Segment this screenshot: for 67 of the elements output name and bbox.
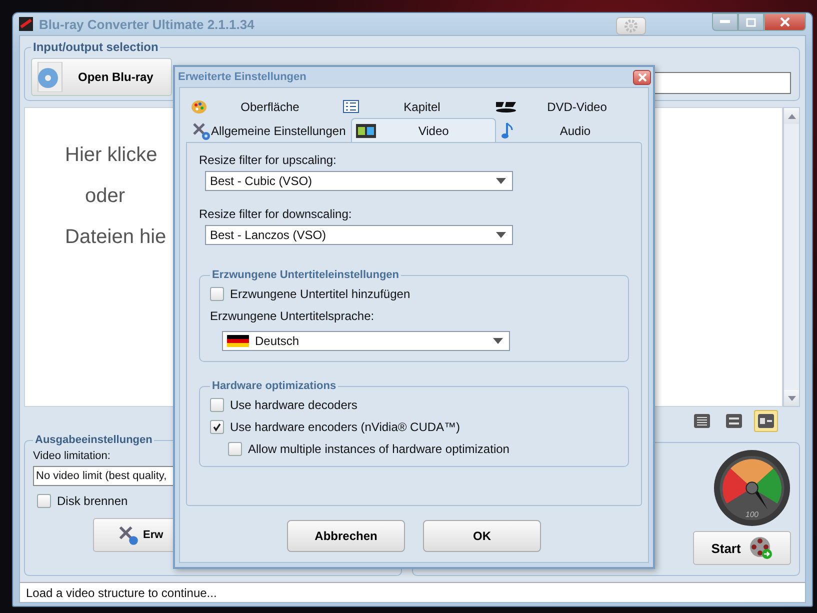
dialog-title: Erweiterte Einstellungen — [178, 71, 306, 83]
checkbox[interactable] — [37, 494, 51, 508]
drop-hint: Hier klicke — [65, 144, 158, 167]
checkbox[interactable] — [228, 442, 242, 456]
drop-hint: oder — [85, 185, 126, 208]
tab[interactable]: Allgemeine Einstellungen — [186, 118, 351, 142]
film-icon — [356, 124, 376, 138]
film-reel-icon — [748, 536, 773, 560]
minimize-button[interactable] — [712, 13, 738, 31]
detail-view-icon — [758, 414, 774, 428]
upscaling-dropdown[interactable]: Best - Cubic (VSO) — [205, 171, 513, 191]
tools-icon — [191, 120, 211, 140]
group-title: Input/output selection — [32, 40, 160, 54]
dialog-button[interactable]: OK — [423, 520, 541, 552]
dropdown-arrow-icon — [493, 338, 503, 344]
close-icon — [780, 17, 790, 27]
maximize-icon — [746, 18, 756, 26]
checkbox-label: Allow multiple instances of hardware optimization — [248, 442, 510, 456]
list-icon — [343, 100, 359, 113]
checkbox[interactable] — [210, 420, 224, 434]
checkbox[interactable] — [210, 287, 224, 301]
group-title: Erzwungene Untertiteleinstellungen — [211, 269, 400, 281]
group-title: Ausgabeeinstellungen — [34, 434, 154, 446]
checkbox-label: Use hardware encoders (nVidia® CUDA™) — [230, 420, 460, 434]
language-dropdown[interactable]: Deutsch — [222, 331, 510, 351]
checkbox-label: Erzwungene Untertitel hinzufügen — [230, 287, 410, 301]
close-button[interactable] — [764, 13, 806, 31]
drop-hint: Dateien hie — [65, 226, 166, 249]
close-button[interactable] — [633, 70, 651, 84]
tab[interactable]: Audio — [496, 118, 642, 142]
scroll-up-icon — [788, 114, 796, 118]
app-logo-icon — [19, 17, 33, 31]
view-toggle[interactable] — [754, 410, 778, 432]
music-note-icon — [501, 122, 514, 140]
checkbox-label: Use hardware decoders — [230, 398, 358, 412]
settings-button[interactable] — [616, 17, 646, 35]
minimize-icon — [720, 20, 730, 24]
settings-icon — [624, 19, 638, 33]
field-label: Erzwungene Untertitelsprache: — [210, 309, 376, 323]
close-icon — [638, 72, 646, 82]
disc-logo-icon — [495, 100, 517, 112]
checkbox-label: Disk brennen — [57, 494, 128, 508]
maximize-button[interactable] — [738, 13, 764, 31]
palette-icon — [191, 100, 207, 114]
tab[interactable]: Oberfläche — [186, 94, 338, 118]
field-label: Resize filter for downscaling: — [199, 207, 353, 221]
checkbox[interactable] — [210, 398, 224, 412]
tab[interactable]: DVD-Video — [490, 94, 642, 118]
german-flag-icon — [227, 334, 249, 348]
tab[interactable]: Kapitel — [338, 94, 490, 118]
open-button[interactable]: Open Blu-ray — [31, 58, 172, 96]
dropdown-arrow-icon — [496, 232, 506, 238]
window-title: Blu-ray Converter Ultimate 2.1.1.34 — [39, 16, 254, 32]
field-label: Video limitation: — [33, 450, 112, 462]
field-label: Resize filter for upscaling: — [199, 153, 338, 167]
scroll-down-icon — [788, 396, 796, 400]
downscaling-dropdown[interactable]: Best - Lanczos (VSO) — [205, 225, 513, 245]
scrollbar[interactable] — [783, 107, 800, 407]
dropdown-arrow-icon — [496, 178, 506, 184]
dialog-button[interactable]: Abbrechen — [287, 520, 405, 552]
list-view-icon — [694, 414, 710, 428]
tab[interactable]: Video — [350, 118, 496, 142]
group-title: Hardware optimizations — [211, 380, 338, 392]
gauge-label: 100 — [746, 510, 758, 520]
start-button[interactable]: Start — [693, 531, 791, 565]
status-text: Load a video structure to continue... — [26, 586, 217, 600]
rows-view-icon — [726, 414, 742, 428]
